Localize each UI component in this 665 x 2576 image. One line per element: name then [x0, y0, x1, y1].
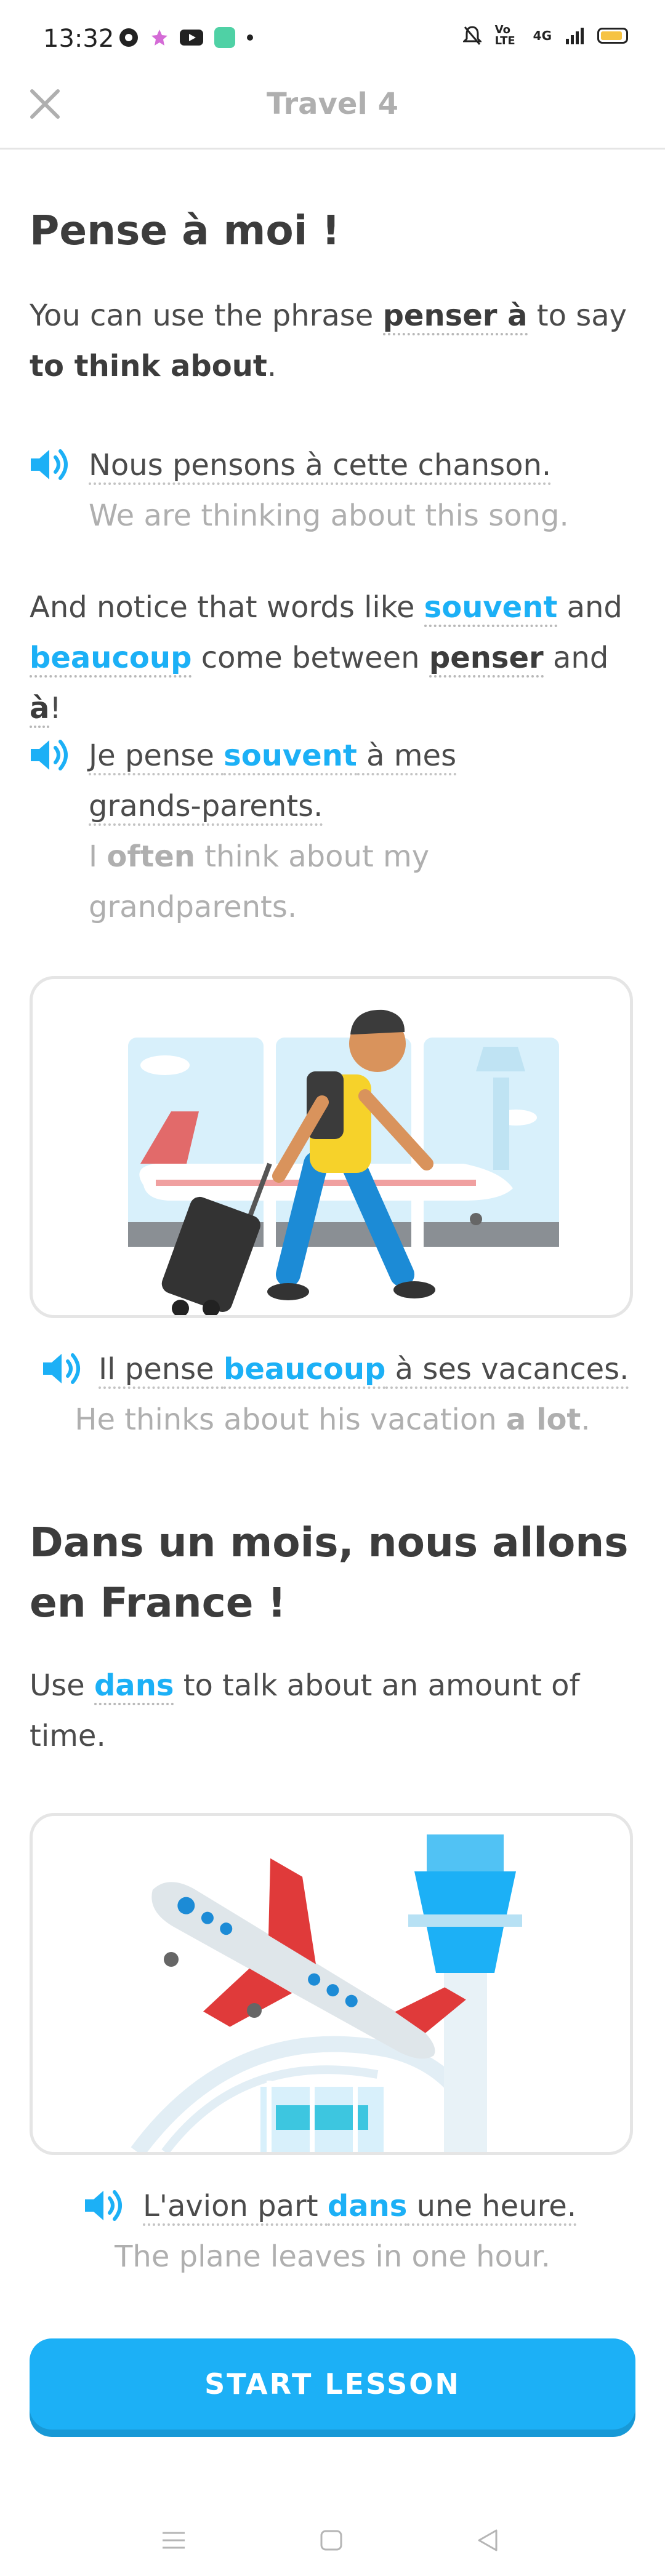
- intro-text: You can use the phrase: [30, 298, 383, 333]
- speaker-icon[interactable]: [28, 446, 73, 483]
- french-highlight[interactable]: beaucoup: [223, 1352, 386, 1389]
- word-beaucoup[interactable]: beaucoup: [30, 641, 192, 678]
- example-french[interactable]: Je pense souvent à mes grands-parents.: [89, 730, 532, 831]
- section-heading: Dans un mois, nous allons en France !: [30, 1519, 629, 1626]
- french-highlight[interactable]: dans: [327, 2189, 408, 2226]
- word-dans[interactable]: dans: [94, 1668, 174, 1705]
- notice-text: And notice that words like: [30, 590, 424, 625]
- french-sentence-part[interactable]: Il pense: [99, 1352, 224, 1389]
- intro-paragraph: Use dans to talk about an amount of time…: [30, 1660, 621, 1761]
- intro-text: Use: [30, 1668, 94, 1703]
- traveler-illustration-card: [30, 976, 633, 1318]
- notice-paragraph: And notice that words like souvent and b…: [30, 582, 639, 734]
- example-french[interactable]: L'avion part dans une heure.: [143, 2181, 635, 2231]
- example-french[interactable]: Il pense beaucoup à ses vacances.: [99, 1344, 640, 1394]
- phrase-highlight[interactable]: penser à: [382, 298, 528, 335]
- traveler-illustration: [128, 1009, 559, 1315]
- network-label: 4G: [533, 28, 552, 43]
- battery-icon: [597, 28, 628, 44]
- intro-text: to say: [527, 298, 627, 333]
- speaker-icon[interactable]: [28, 737, 73, 774]
- star-notification-icon: [151, 30, 167, 46]
- menu-icon[interactable]: [160, 2529, 187, 2551]
- english-highlight: a lot: [506, 1402, 581, 1437]
- english-part: .: [581, 1402, 590, 1437]
- french-highlight[interactable]: souvent: [224, 738, 357, 775]
- word-souvent[interactable]: souvent: [424, 590, 558, 627]
- notice-text: !: [49, 691, 62, 726]
- youtube-icon: [180, 30, 203, 46]
- example-english: The plane leaves in one hour.: [115, 2239, 550, 2274]
- back-icon[interactable]: [475, 2528, 500, 2553]
- french-sentence[interactable]: Nous pensons à cette chanson.: [89, 448, 552, 485]
- airplane-illustration: [131, 1834, 522, 2152]
- french-sentence-part[interactable]: à ses vacances.: [385, 1352, 629, 1389]
- notice-text: come between: [191, 641, 429, 675]
- french-sentence-part[interactable]: une heure.: [407, 2189, 577, 2226]
- speaker-icon[interactable]: [83, 2187, 127, 2224]
- mute-icon: [462, 26, 482, 45]
- start-lesson-button[interactable]: START LESSON: [30, 2338, 635, 2430]
- intro-text: .: [267, 349, 277, 383]
- more-notifications-icon: [247, 34, 253, 41]
- volte-label: Vo LTE: [494, 23, 515, 47]
- signal-icon: [566, 28, 584, 44]
- english-part: I: [89, 839, 107, 874]
- example-french[interactable]: Nous pensons à cette chanson.: [89, 440, 631, 490]
- english-part: He thinks about his vacation: [75, 1402, 506, 1437]
- status-notification-icons: [118, 27, 254, 48]
- word-penser[interactable]: penser: [429, 641, 544, 678]
- example-english: We are thinking about this song.: [89, 498, 569, 533]
- page-title: Travel 4: [267, 87, 398, 121]
- airplane-illustration-card: [30, 1813, 633, 2155]
- example-english: He thinks about his vacation a lot.: [0, 1394, 665, 1445]
- app-notification-icon: [119, 28, 138, 47]
- status-system-icons: Vo LTE 4G: [462, 23, 628, 47]
- example-english: I often think about my grandparents.: [89, 831, 483, 932]
- system-navigation-bar: [0, 2505, 665, 2576]
- notice-text: and: [543, 641, 609, 675]
- home-icon[interactable]: [319, 2529, 344, 2551]
- meaning-highlight: to think about: [30, 349, 267, 383]
- status-bar: 13:32 Vo LTE 4G: [0, 0, 665, 74]
- english-highlight: often: [107, 839, 195, 874]
- app-icon: [214, 27, 235, 48]
- intro-paragraph: You can use the phrase penser à to say t…: [30, 290, 639, 391]
- speaker-icon[interactable]: [41, 1350, 85, 1387]
- french-sentence-part[interactable]: L'avion part: [143, 2189, 328, 2226]
- word-a[interactable]: à: [30, 691, 50, 728]
- status-time: 13:32: [43, 25, 115, 53]
- notice-text: and: [557, 590, 623, 625]
- section-heading: Pense à moi !: [30, 207, 341, 254]
- french-sentence-part[interactable]: Je pense: [89, 738, 224, 775]
